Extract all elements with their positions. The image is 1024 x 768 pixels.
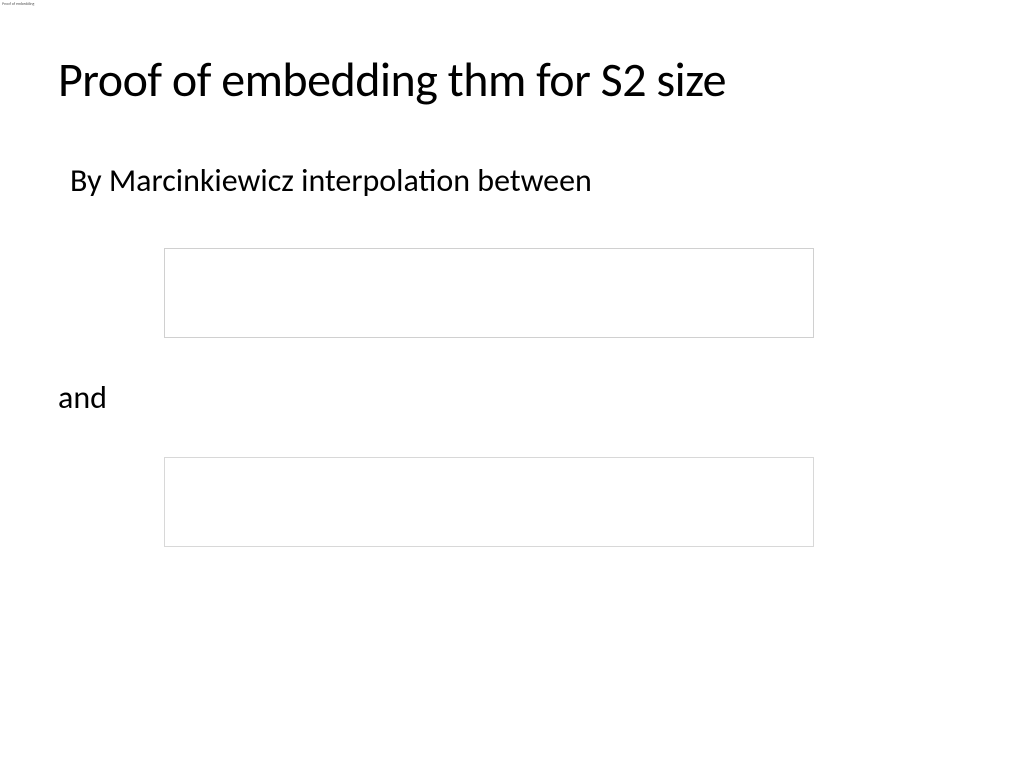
slide-content: Proof of embedding thm for S2 size By Ma… (0, 0, 1024, 547)
empty-placeholder-box-1 (164, 248, 814, 338)
body-line-1: By Marcinkiewicz interpolation between (70, 161, 966, 200)
slide-title: Proof of embedding thm for S2 size (58, 50, 966, 109)
header-small-label: Proof of embedding (2, 2, 34, 7)
empty-placeholder-box-2 (164, 457, 814, 547)
body-line-and: and (58, 378, 966, 417)
